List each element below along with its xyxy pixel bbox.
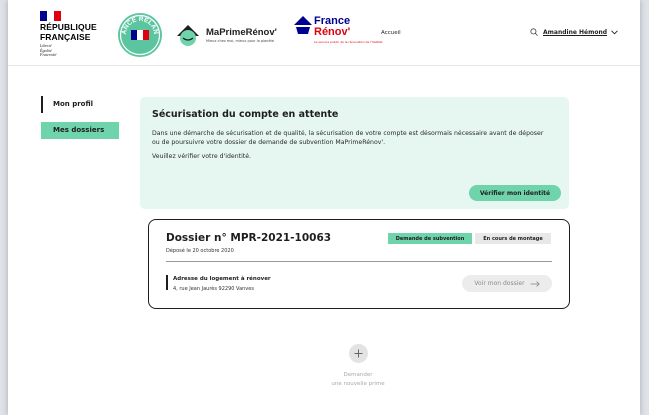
view-dossier-button[interactable]: Voir mon dossier [462, 275, 552, 292]
france-renov-icon [294, 16, 312, 34]
view-dossier-label: Voir mon dossier [474, 280, 525, 287]
sidebar-item-mon-profil[interactable]: Mon profil [41, 96, 121, 113]
arrow-right-icon [530, 280, 540, 287]
add-prime-label[interactable]: Demander une nouvelle prime [298, 371, 418, 389]
gov-title: RÉPUBLIQUE FRANÇAISE [40, 22, 97, 42]
badge-dossier-status: En cours de montage [475, 233, 551, 244]
dossier-date: Déposé le 20 octobre 2020 [166, 248, 234, 254]
mpr-subtitle: Mieux chez moi, mieux pour la planète [206, 39, 275, 43]
nav-accueil-link[interactable]: Accueil [381, 30, 401, 36]
republique-francaise-logo[interactable]: RÉPUBLIQUE FRANÇAISE Liberté Égalité Fra… [40, 11, 97, 58]
plus-icon [354, 349, 363, 358]
verify-identity-button[interactable]: Vérifier mon identité [469, 185, 561, 201]
security-alert: Sécurisation du compte en attente Dans u… [140, 97, 569, 209]
card-divider [166, 261, 552, 262]
page-frame: RÉPUBLIQUE FRANÇAISE Liberté Égalité Fra… [8, 0, 640, 415]
dossier-number: Dossier n° MPR-2021-10063 [166, 232, 332, 244]
france-renov-logo[interactable]: France Rénov' Le service public de la rén… [294, 16, 383, 44]
dossier-card: Dossier n° MPR-2021-10063 Déposé le 20 o… [148, 219, 570, 309]
house-icon [177, 25, 199, 46]
user-icon [530, 28, 538, 36]
mpr-title: MaPrimeRénov' [206, 27, 277, 38]
french-flag-icon [40, 11, 61, 21]
alert-text: Dans une démarche de sécurisation et de … [152, 130, 544, 146]
address-label: Adresse du logement à rénover [173, 276, 271, 282]
france-renov-subtitle: Le service public de la rénovation de l'… [314, 40, 383, 44]
sidebar-item-mes-dossiers[interactable]: Mes dossiers [41, 122, 119, 139]
svg-text:FRANCE RELANCE: FRANCE RELANCE [118, 13, 159, 35]
header: RÉPUBLIQUE FRANÇAISE Liberté Égalité Fra… [8, 0, 640, 66]
user-name[interactable]: Amandine Hémond [543, 29, 607, 36]
alert-text-verify: Veuillez vérifier votre d'identité. [152, 153, 252, 160]
gov-motto: Liberté Égalité Fraternité [40, 43, 57, 58]
relance-text: FRANCE RELANCE [118, 13, 159, 35]
alert-title: Sécurisation du compte en attente [152, 109, 339, 120]
address-value: 4, rue Jean Jaurès 92290 Vanves [173, 286, 254, 292]
badge-dossier-type: Demande de subvention [388, 233, 472, 244]
france-renov-title: France Rénov' [314, 15, 351, 38]
address-marker [166, 275, 168, 290]
chevron-down-icon[interactable] [611, 29, 618, 35]
france-relance-logo: FRANCE RELANCE [118, 13, 162, 57]
add-prime-button[interactable] [349, 344, 368, 363]
user-menu[interactable]: Amandine Hémond [530, 28, 618, 36]
